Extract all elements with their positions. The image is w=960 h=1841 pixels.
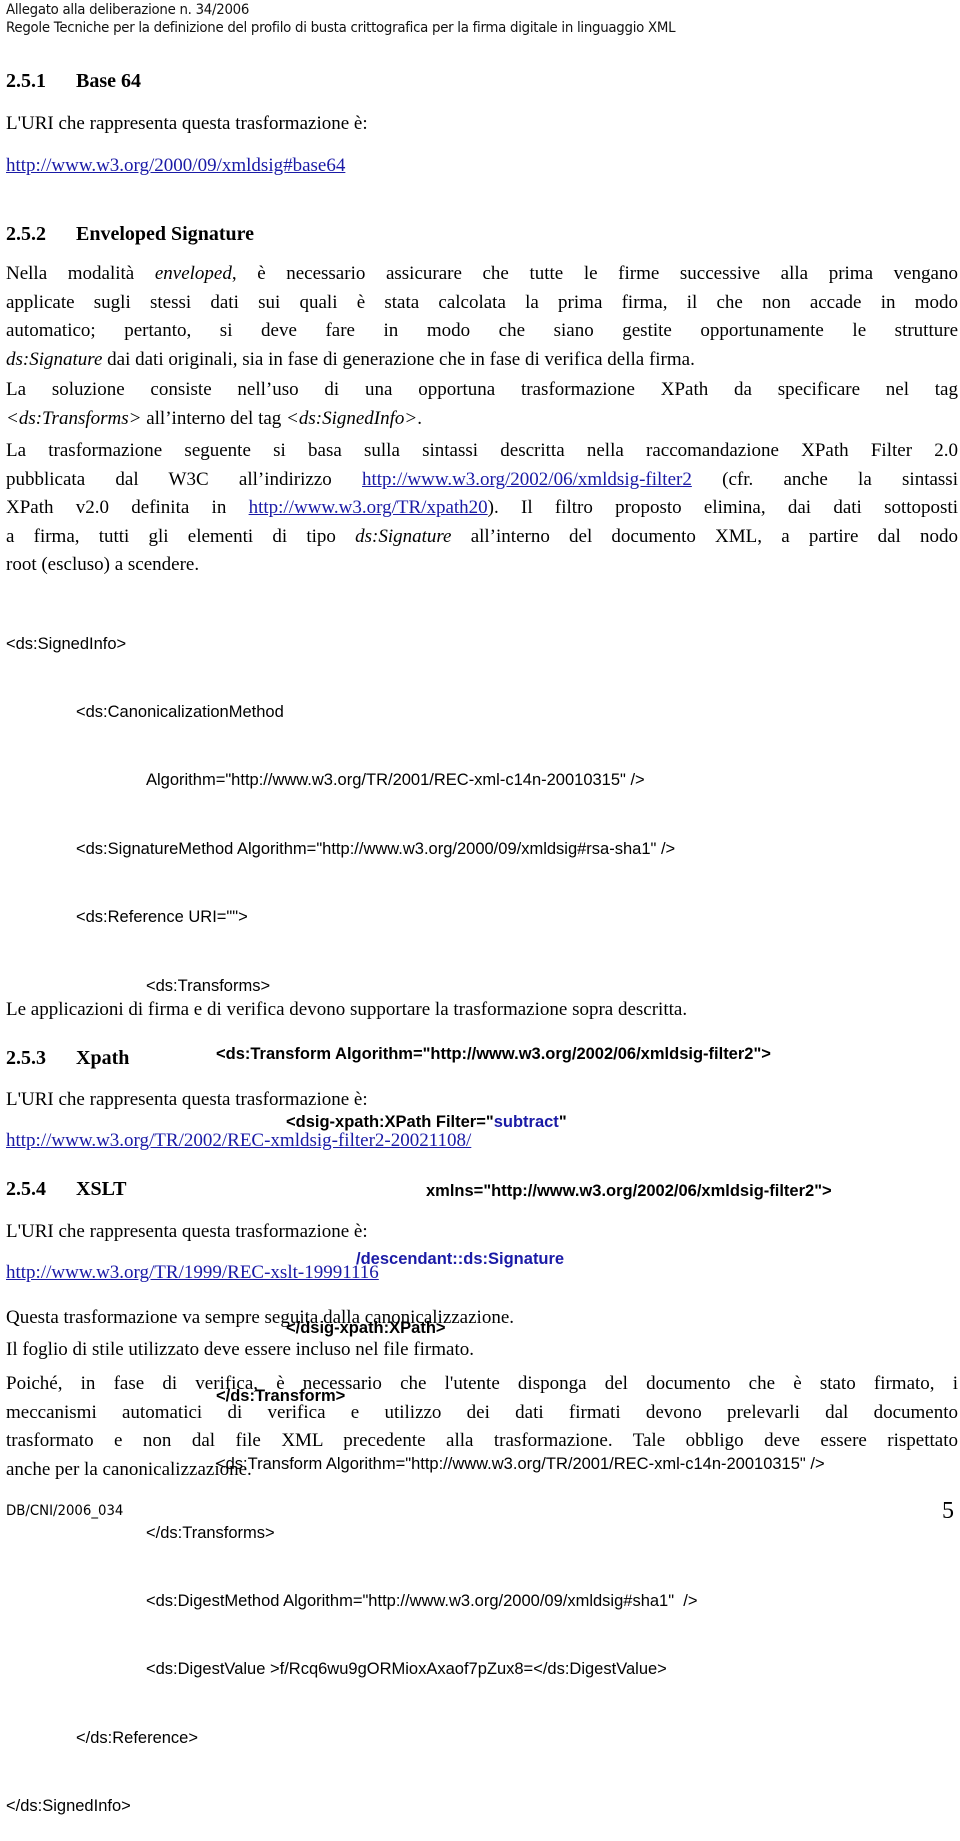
paragraph-solution: La soluzione consiste nell’uso di una op…	[6, 376, 958, 433]
paragraph-line: Poiché, in fase di verifica, è necessari…	[6, 1373, 958, 1394]
paragraph-line: XPath v2.0 definita in http://www.w3.org…	[6, 497, 958, 518]
link-xpath20[interactable]: http://www.w3.org/TR/xpath20	[249, 497, 488, 518]
code-line: <ds:SignedInfo>	[6, 634, 127, 653]
uri-intro: L'URI che rappresenta questa trasformazi…	[6, 1221, 368, 1242]
code-line: <ds:DigestValue >f/Rcq6wu9gORMioxAxaof7p…	[146, 1660, 667, 1679]
paragraph-line: meccanismi automatici di verifica e util…	[6, 1401, 958, 1423]
section-title: Xpath	[76, 1047, 130, 1069]
section-title: Base 64	[76, 70, 141, 92]
section-title: XSLT	[76, 1178, 127, 1200]
code-line: </ds:Transforms>	[146, 1523, 275, 1542]
closing-paragraph: Le applicazioni di firma e di verifica d…	[6, 999, 688, 1020]
paragraph-line: La soluzione consiste nell’uso di una op…	[6, 379, 958, 400]
tag-reference: <ds:Transforms>	[6, 407, 142, 429]
code-line: <ds:DigestMethod Algorithm="http://www.w…	[146, 1592, 698, 1611]
section-heading-2-5-2: 2.5.2 Enveloped Signature	[6, 223, 254, 246]
uri-intro: L'URI che rappresenta questa trasformazi…	[6, 1089, 368, 1110]
uri-intro: L'URI che rappresenta questa trasformazi…	[6, 113, 368, 134]
paragraph-line: pubblicata dal W3C all’indirizzo http://…	[6, 468, 958, 490]
xslt-note-canonicalization: Questa trasformazione va sempre seguita …	[6, 1307, 515, 1328]
paragraph-line: applicate sugli stessi dati sui quali è …	[6, 291, 958, 313]
code-line: </ds:SignedInfo>	[6, 1797, 131, 1816]
xml-code-block: <ds:SignedInfo> <ds:CanonicalizationMeth…	[6, 587, 832, 1841]
section-heading-2-5-3: 2.5.3 Xpath	[6, 1047, 129, 1070]
section-number: 2.5.2	[6, 223, 46, 245]
paragraph-line: anche per la canonicalizzazione.	[6, 1458, 252, 1480]
section-number: 2.5.1	[6, 70, 46, 92]
document-id: DB/CNI/2006_034	[6, 1503, 124, 1519]
paragraph-line: Nella modalità enveloped, è necessario a…	[6, 263, 958, 284]
xslt-note-stylesheet: Il foglio di stile utilizzato deve esser…	[6, 1339, 474, 1360]
paragraph-line: trasformato e non dal file XML precedent…	[6, 1430, 958, 1451]
code-line: </ds:Reference>	[76, 1728, 198, 1747]
section-number: 2.5.4	[6, 1178, 46, 1200]
section-heading-2-5-1: 2.5.1 Base 64	[6, 70, 141, 93]
paragraph-transformation: La trasformazione seguente si basa sulla…	[6, 437, 958, 580]
section-number: 2.5.3	[6, 1047, 46, 1069]
section-heading-2-5-4: 2.5.4 XSLT	[6, 1178, 126, 1201]
document-header-line1: Allegato alla deliberazione n. 34/2006	[6, 2, 250, 18]
emphasis-term: enveloped	[154, 263, 232, 284]
paragraph-line: La trasformazione seguente si basa sulla…	[6, 440, 958, 461]
code-line: xmlns="http://www.w3.org/2002/06/xmldsig…	[426, 1181, 832, 1200]
tag-reference: <ds:SignedInfo>	[286, 407, 418, 429]
code-line: <ds:SignatureMethod Algorithm="http://ww…	[76, 839, 676, 858]
filter-value: subtract	[493, 1113, 559, 1132]
emphasis-term: ds:Signature	[355, 525, 452, 547]
code-line: <ds:Reference URI="">	[76, 908, 248, 927]
paragraph-line: root (escluso) a scendere.	[6, 554, 200, 575]
page-number: 5	[942, 1498, 954, 1524]
paragraph-enveloped: Nella modalità enveloped, è necessario a…	[6, 260, 958, 374]
uri-link-xpath-filter2[interactable]: http://www.w3.org/TR/2002/REC-xmldsig-fi…	[6, 1130, 471, 1151]
paragraph-line: a firma, tutti gli elementi di tipo ds:S…	[6, 525, 958, 547]
document-header-line2: Regole Tecniche per la definizione del p…	[6, 20, 676, 36]
code-line: <ds:Transform Algorithm="http://www.w3.o…	[216, 1044, 771, 1063]
uri-paragraph: http://www.w3.org/TR/1999/REC-xslt-19991…	[6, 1259, 379, 1287]
uri-link-base64[interactable]: http://www.w3.org/2000/09/xmldsig#base64	[6, 155, 345, 176]
uri-paragraph: http://www.w3.org/2000/09/xmldsig#base64	[6, 152, 345, 180]
paragraph-verification: Poiché, in fase di verifica, è necessari…	[6, 1370, 958, 1484]
uri-paragraph: http://www.w3.org/TR/2002/REC-xmldsig-fi…	[6, 1127, 471, 1155]
paragraph-line: ds:Signature dai dati originali, sia in …	[6, 348, 695, 370]
paragraph-line: <ds:Transforms> all’interno del tag <ds:…	[6, 407, 422, 429]
code-line: <ds:CanonicalizationMethod	[76, 702, 284, 721]
code-line: <ds:Transforms>	[146, 976, 271, 995]
emphasis-term: ds:Signature	[6, 348, 103, 370]
section-title: Enveloped Signature	[76, 223, 254, 245]
uri-link-xslt[interactable]: http://www.w3.org/TR/1999/REC-xslt-19991…	[6, 1262, 379, 1283]
code-line: Algorithm="http://www.w3.org/TR/2001/REC…	[146, 771, 645, 790]
link-xmldsig-filter2[interactable]: http://www.w3.org/2002/06/xmldsig-filter…	[362, 469, 692, 490]
paragraph-line: automatico; pertanto, si deve fare in mo…	[6, 320, 958, 341]
